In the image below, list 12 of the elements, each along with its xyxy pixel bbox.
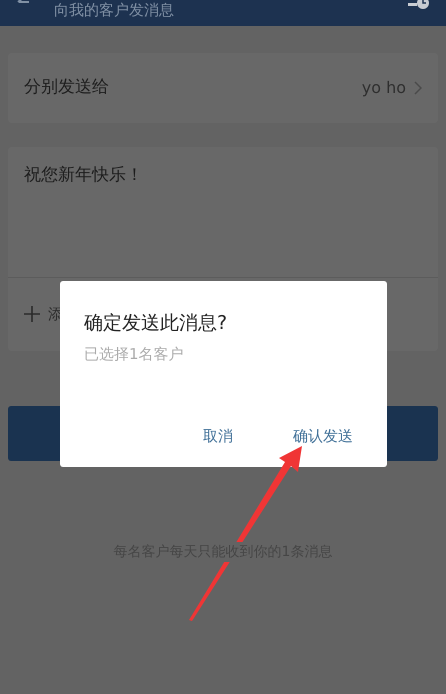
cancel-button[interactable]: 取消 xyxy=(199,422,237,449)
dialog-title: 确定发送此消息? xyxy=(84,312,228,334)
plus-icon[interactable] xyxy=(24,306,40,322)
recipient-value: yo ho xyxy=(362,77,406,99)
recipient-row[interactable]: 分别发送给 yo ho xyxy=(8,53,438,123)
page-title: 向我的客户发消息 xyxy=(54,0,174,20)
chevron-right-icon xyxy=(414,81,422,95)
row-label: 分别发送给 xyxy=(24,76,109,100)
confirm-button[interactable]: 确认发送 xyxy=(289,422,357,449)
clock-icon[interactable] xyxy=(408,0,430,12)
dialog-subtitle: 已选择1名客户 xyxy=(84,344,184,362)
message-field[interactable]: 祝您新年快乐！ xyxy=(24,165,143,185)
